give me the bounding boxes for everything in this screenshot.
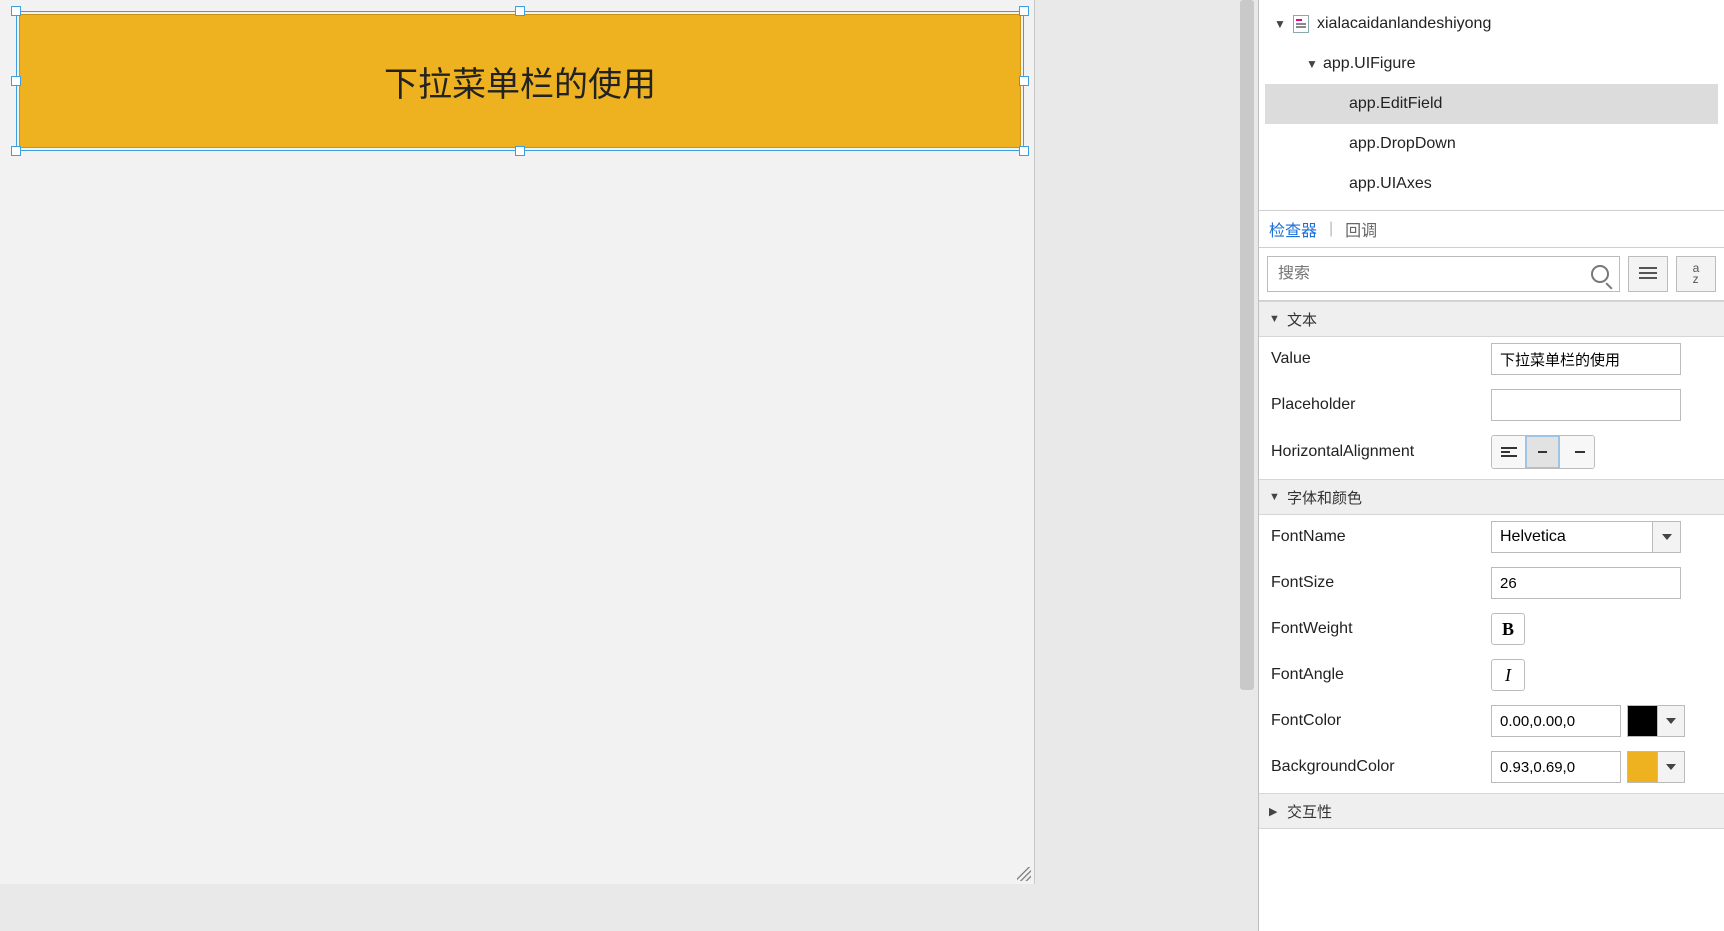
section-font-header[interactable]: ▼ 字体和颜色	[1259, 479, 1724, 515]
chevron-right-icon: ▶	[1269, 805, 1281, 818]
tree-item-label: app.DropDown	[1349, 135, 1456, 153]
tree-item-label: app.EditField	[1349, 95, 1442, 113]
resize-handle-n[interactable]	[515, 6, 525, 16]
prop-fontcolor: FontColor	[1271, 705, 1712, 737]
tree-item-dropdown[interactable]: app.DropDown	[1265, 124, 1718, 164]
fontname-dropdown[interactable]: Helvetica	[1491, 521, 1681, 553]
prop-placeholder: Placeholder	[1271, 389, 1712, 421]
align-left-icon	[1501, 447, 1517, 457]
chevron-down-icon: ▼	[1269, 313, 1281, 325]
list-icon	[1639, 267, 1657, 281]
resize-handle-s[interactable]	[515, 146, 525, 156]
canvas-gutter	[1035, 0, 1258, 931]
chevron-down-icon: ▼	[1269, 491, 1281, 503]
fontsize-input[interactable]	[1491, 567, 1681, 599]
halign-left-button[interactable]	[1492, 436, 1526, 468]
design-canvas[interactable]: 下拉菜单栏的使用	[0, 0, 1035, 884]
search-box[interactable]	[1267, 256, 1620, 292]
prop-halign: HorizontalAlignment	[1271, 435, 1712, 469]
view-grouped-button[interactable]	[1628, 256, 1668, 292]
bgcolor-caret[interactable]	[1658, 752, 1684, 782]
resize-handle-sw[interactable]	[11, 146, 21, 156]
az-icon: az	[1693, 263, 1700, 285]
italic-toggle-button[interactable]: I	[1491, 659, 1525, 691]
section-interact-header[interactable]: ▶ 交互性	[1259, 793, 1724, 829]
halign-right-button[interactable]	[1560, 436, 1594, 468]
chevron-down-icon	[1662, 534, 1672, 540]
prop-fontcolor-label: FontColor	[1271, 712, 1491, 730]
prop-fontname-label: FontName	[1271, 528, 1491, 546]
section-font-label: 字体和颜色	[1287, 487, 1362, 508]
tree-uifigure-label: app.UIFigure	[1323, 55, 1416, 73]
halign-toggle-group	[1491, 435, 1595, 469]
fontname-value: Helvetica	[1492, 522, 1652, 552]
editfield-text: 下拉菜单栏的使用	[384, 57, 656, 106]
prop-value-input[interactable]	[1491, 343, 1681, 375]
tree-item-editfield[interactable]: app.EditField	[1265, 84, 1718, 124]
resize-handle-w[interactable]	[11, 76, 21, 86]
inspector-panel: ▼ xialacaidanlandeshiyong ▼ app.UIFigure…	[1258, 0, 1724, 931]
search-row: az	[1259, 248, 1724, 301]
prop-fontangle-label: FontAngle	[1271, 666, 1491, 684]
resize-handle-se[interactable]	[1019, 146, 1029, 156]
resize-handle-ne[interactable]	[1019, 6, 1029, 16]
prop-value-label: Value	[1271, 350, 1491, 368]
prop-bgcolor: BackgroundColor	[1271, 751, 1712, 783]
bgcolor-swatch-combo[interactable]	[1627, 751, 1685, 783]
prop-value: Value	[1271, 343, 1712, 375]
bold-toggle-button[interactable]: B	[1491, 613, 1525, 645]
chevron-down-icon	[1666, 764, 1676, 770]
tree-root[interactable]: ▼ xialacaidanlandeshiyong	[1265, 4, 1718, 44]
search-icon	[1591, 265, 1609, 283]
bgcolor-swatch[interactable]	[1628, 752, 1658, 782]
tree-twisty-icon[interactable]: ▼	[1273, 17, 1287, 31]
prop-placeholder-input[interactable]	[1491, 389, 1681, 421]
tree-item-uiaxes[interactable]: app.UIAxes	[1265, 164, 1718, 204]
section-interact-label: 交互性	[1287, 801, 1332, 822]
tab-inspector[interactable]: 检查器	[1269, 217, 1317, 241]
prop-fontsize: FontSize	[1271, 567, 1712, 599]
tree-twisty-icon[interactable]: ▼	[1305, 57, 1319, 71]
chevron-down-icon	[1666, 718, 1676, 724]
prop-fontsize-label: FontSize	[1271, 574, 1491, 592]
align-right-icon	[1569, 447, 1585, 457]
view-alpha-button[interactable]: az	[1676, 256, 1716, 292]
tree-root-label: xialacaidanlandeshiyong	[1317, 15, 1491, 33]
design-canvas-zone: 下拉菜单栏的使用	[0, 0, 1258, 931]
tree-uifigure[interactable]: ▼ app.UIFigure	[1265, 44, 1718, 84]
document-icon	[1291, 14, 1311, 34]
prop-fontweight: FontWeight B	[1271, 613, 1712, 645]
inspector-tabs: 检查器 | 回调	[1259, 210, 1724, 248]
scrollbar-thumb[interactable]	[1240, 0, 1254, 690]
section-text-props: Value Placeholder HorizontalAlignment	[1259, 337, 1724, 479]
prop-bgcolor-label: BackgroundColor	[1271, 758, 1491, 776]
prop-halign-label: HorizontalAlignment	[1271, 443, 1491, 461]
resize-handle-e[interactable]	[1019, 76, 1029, 86]
fontcolor-input[interactable]	[1491, 705, 1621, 737]
tab-divider: |	[1329, 220, 1333, 238]
resize-handle-nw[interactable]	[11, 6, 21, 16]
editfield-component[interactable]: 下拉菜单栏的使用	[19, 14, 1021, 148]
section-text-header[interactable]: ▼ 文本	[1259, 301, 1724, 337]
section-font-props: FontName Helvetica FontSize FontWeight B	[1259, 515, 1724, 793]
halign-center-button[interactable]	[1526, 436, 1560, 468]
fontcolor-swatch-combo[interactable]	[1627, 705, 1685, 737]
tree-item-label: app.UIAxes	[1349, 175, 1432, 193]
search-input[interactable]	[1278, 265, 1591, 283]
align-center-icon	[1535, 447, 1551, 457]
section-text-label: 文本	[1287, 309, 1317, 330]
fontname-caret[interactable]	[1652, 522, 1680, 552]
component-tree: ▼ xialacaidanlandeshiyong ▼ app.UIFigure…	[1259, 0, 1724, 210]
prop-fontname: FontName Helvetica	[1271, 521, 1712, 553]
bgcolor-input[interactable]	[1491, 751, 1621, 783]
fontcolor-swatch[interactable]	[1628, 706, 1658, 736]
prop-placeholder-label: Placeholder	[1271, 396, 1491, 414]
selected-component[interactable]: 下拉菜单栏的使用	[16, 11, 1024, 151]
fontcolor-caret[interactable]	[1658, 706, 1684, 736]
tab-callback[interactable]: 回调	[1345, 217, 1377, 241]
prop-fontweight-label: FontWeight	[1271, 620, 1491, 638]
prop-fontangle: FontAngle I	[1271, 659, 1712, 691]
